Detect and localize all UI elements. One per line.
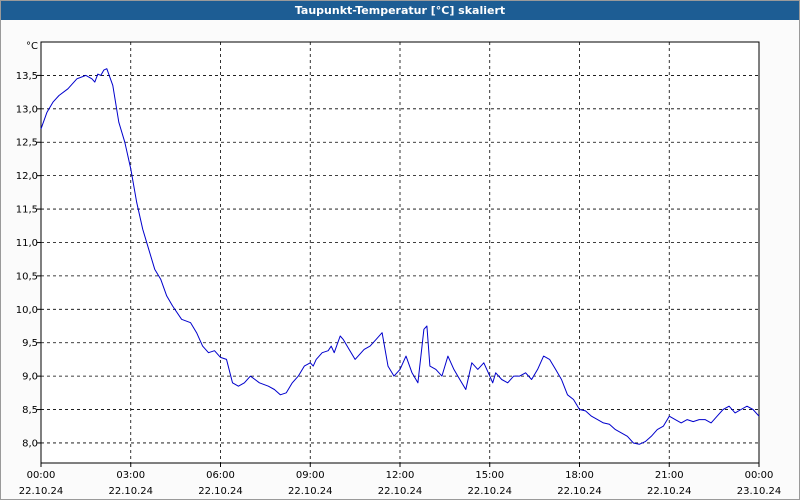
y-tick-label: 13,0: [16, 104, 38, 115]
y-tick-label: 9,0: [22, 372, 38, 383]
x-tick-time-label: 06:00: [206, 470, 235, 481]
y-axis: 8,0 8,5 9,0 9,5 10,0 10,5 11,0 11,5 12,0 12,5 13,0…: [16, 71, 41, 449]
y-tick-label: 12,0: [16, 171, 38, 182]
x-tick-time-label: 18:00: [565, 470, 594, 481]
y-tick-label: 10,0: [16, 305, 38, 316]
chart-window: 8,0 8,5 9,0 9,5 10,0 10,5 11,0 11,5 12,0 12,5 13,0…: [0, 0, 800, 500]
x-tick-date-label: 23.10.24: [737, 486, 782, 497]
x-axis: 00:00 22.10.24 03:00 22.10.24 06:00 22.10.24 0…: [19, 463, 782, 497]
y-axis-unit-label: °C: [26, 41, 38, 52]
chart-title: Taupunkt-Temperatur [°C] skaliert: [1, 1, 799, 20]
y-tick-label: 9,5: [22, 338, 38, 349]
y-tick-label: 13,5: [16, 71, 38, 82]
x-tick-time-label: 09:00: [296, 470, 325, 481]
y-tick-label: 11,5: [16, 205, 38, 216]
x-tick-date-label: 22.10.24: [19, 486, 64, 497]
x-tick-date-label: 22.10.24: [647, 486, 692, 497]
x-tick-date-label: 22.10.24: [378, 486, 423, 497]
x-tick-time-label: 12:00: [386, 470, 415, 481]
y-tick-label: 8,5: [22, 405, 38, 416]
x-tick-time-label: 03:00: [116, 470, 145, 481]
y-tick-label: 11,0: [16, 238, 38, 249]
chart-canvas: 8,0 8,5 9,0 9,5 10,0 10,5 11,0 11,5 12,0 12,5 13,0…: [16, 41, 782, 497]
x-tick-date-label: 22.10.24: [108, 486, 153, 497]
x-tick-date-label: 22.10.24: [557, 486, 602, 497]
x-tick-date-label: 22.10.24: [467, 486, 512, 497]
x-tick-time-label: 15:00: [475, 470, 504, 481]
y-tick-label: 8,0: [22, 438, 38, 449]
x-tick-date-label: 22.10.24: [198, 486, 243, 497]
x-tick-time-label: 00:00: [745, 470, 774, 481]
y-tick-label: 10,5: [16, 271, 38, 282]
x-tick-date-label: 22.10.24: [288, 486, 333, 497]
x-tick-time-label: 00:00: [27, 470, 56, 481]
x-tick-time-label: 21:00: [655, 470, 684, 481]
y-tick-label: 12,5: [16, 138, 38, 149]
